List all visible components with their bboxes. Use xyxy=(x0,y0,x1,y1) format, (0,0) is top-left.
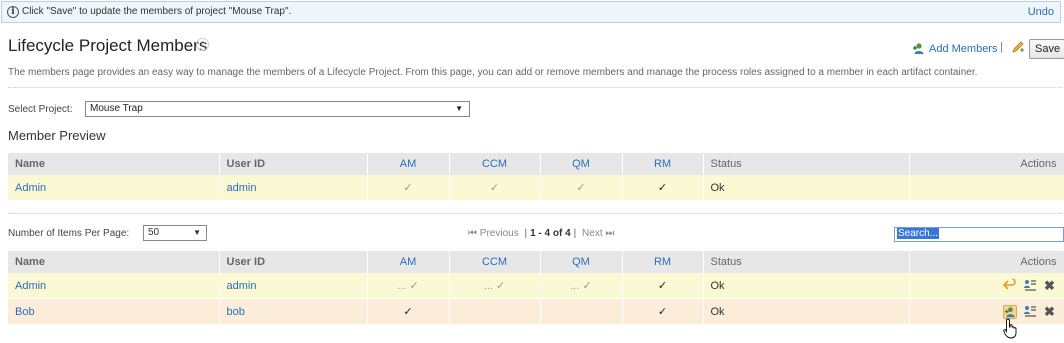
column-header[interactable]: Name xyxy=(8,251,220,273)
column-header[interactable]: Name xyxy=(8,153,220,175)
hand-cursor-icon xyxy=(1003,318,1019,343)
page-range: 1 - 4 of 4 xyxy=(530,228,571,239)
search-input-value: Search... xyxy=(897,228,940,239)
info-bar: i Click "Save" to update the members of … xyxy=(1,1,1061,23)
table-row: Bob bob ✓ ✓ Ok ✖ xyxy=(8,298,1064,325)
column-header: Actions xyxy=(909,251,1064,273)
items-per-page-select[interactable]: 50 ▼ xyxy=(143,225,207,241)
role-check[interactable]: ✓ xyxy=(367,298,450,325)
table-header-row: Name User ID AM CCM QM RM Status Actions xyxy=(8,251,1064,273)
page-description: The members page provides an easy way to… xyxy=(8,67,978,78)
delete-x-icon[interactable]: ✖ xyxy=(1043,304,1057,319)
edit-roles-icon[interactable] xyxy=(1023,305,1037,319)
actions-cell: ✖ xyxy=(909,273,1064,299)
info-message: Click "Save" to update the members of pr… xyxy=(22,6,292,17)
status-text: Ok xyxy=(703,175,910,201)
select-project-label: Select Project: xyxy=(8,104,73,115)
last-page-icon: ⏭ xyxy=(605,228,615,239)
info-icon: i xyxy=(7,6,19,18)
role-check[interactable]: ... ✓ xyxy=(540,273,623,299)
pager: ⏮ Previous | 1 - 4 of 4 | Next ⏭ xyxy=(468,228,614,239)
toolbar-separator: | xyxy=(1000,41,1003,53)
status-text: Ok xyxy=(703,273,910,299)
items-per-page-value: 50 xyxy=(148,227,160,238)
add-members-button[interactable]: Add Members xyxy=(912,42,997,55)
pager-separator: | xyxy=(573,228,577,239)
role-check: ✓ xyxy=(367,175,450,201)
table-header-row: Name User ID AM CCM QM RM Status Actions xyxy=(8,153,1064,175)
role-check[interactable] xyxy=(540,298,623,325)
member-name-link[interactable]: Admin xyxy=(8,175,220,201)
member-name-link[interactable]: Bob xyxy=(8,298,220,325)
table-row: Admin admin ✓ ✓ ✓ ✓ Ok xyxy=(8,175,1064,201)
role-check[interactable] xyxy=(449,298,541,325)
column-header[interactable]: CCM xyxy=(449,153,541,175)
member-preview-heading: Member Preview xyxy=(8,128,106,143)
undo-link[interactable]: Undo xyxy=(1028,6,1054,18)
first-page-icon: ⏮ xyxy=(468,228,477,239)
actions-cell xyxy=(909,175,1064,201)
column-header[interactable]: RM xyxy=(622,251,704,273)
dropdown-arrow-icon: ▼ xyxy=(193,228,201,237)
actions-cell: ✖ xyxy=(909,298,1064,325)
search-input[interactable]: Search... xyxy=(894,227,1064,242)
divider xyxy=(8,87,1062,88)
role-check: ✓ xyxy=(540,175,623,201)
column-header: Actions xyxy=(909,153,1064,175)
member-user-id-link[interactable]: admin xyxy=(219,273,368,299)
member-user-id-link[interactable]: admin xyxy=(219,175,368,201)
member-preview-table: Name User ID AM CCM QM RM Status Actions… xyxy=(8,153,1064,201)
members-table: Name User ID AM CCM QM RM Status Actions… xyxy=(8,251,1064,325)
save-pencil-icon xyxy=(1011,40,1025,57)
column-header[interactable]: AM xyxy=(367,251,450,273)
dropdown-arrow-icon: ▼ xyxy=(455,104,463,113)
member-user-id-link[interactable]: bob xyxy=(219,298,368,325)
role-check[interactable]: ✓ xyxy=(622,273,704,299)
items-per-page-label: Number of Items Per Page: xyxy=(8,228,130,239)
role-check: ✓ xyxy=(449,175,541,201)
column-header[interactable]: QM xyxy=(540,153,623,175)
role-check[interactable]: ... ✓ xyxy=(449,273,541,299)
edit-roles-icon[interactable] xyxy=(1023,279,1037,293)
column-header[interactable]: QM xyxy=(540,251,623,273)
column-header[interactable]: CCM xyxy=(449,251,541,273)
role-check[interactable]: ✓ xyxy=(622,298,704,325)
previous-page-link[interactable]: Previous xyxy=(480,228,519,239)
divider xyxy=(8,213,1062,214)
next-page-link[interactable]: Next xyxy=(582,228,603,239)
column-header[interactable]: AM xyxy=(367,153,450,175)
add-members-label: Add Members xyxy=(929,42,998,55)
member-name-link[interactable]: Admin xyxy=(8,273,220,299)
role-check[interactable]: ... ✓ xyxy=(367,273,450,299)
column-header[interactable]: User ID xyxy=(219,251,368,273)
project-select[interactable]: Mouse Trap ▼ xyxy=(85,101,470,117)
column-header[interactable]: User ID xyxy=(219,153,368,175)
undo-arrow-icon[interactable] xyxy=(1002,277,1017,293)
add-member-icon[interactable] xyxy=(1002,304,1017,319)
project-select-value: Mouse Trap xyxy=(90,103,143,114)
delete-x-icon[interactable]: ✖ xyxy=(1043,278,1057,293)
status-text: Ok xyxy=(703,298,910,325)
save-button[interactable]: Save xyxy=(1029,39,1064,59)
column-header: Status xyxy=(703,153,910,175)
role-check: ✓ xyxy=(622,175,704,201)
help-icon[interactable]: ? xyxy=(196,38,209,51)
pager-separator: | xyxy=(524,228,528,239)
page-title: Lifecycle Project Members xyxy=(8,36,208,55)
column-header[interactable]: RM xyxy=(622,153,704,175)
table-row: Admin admin ... ✓ ... ✓ ... ✓ ✓ Ok ✖ xyxy=(8,273,1064,299)
add-member-icon xyxy=(913,43,924,54)
column-header: Status xyxy=(703,251,910,273)
